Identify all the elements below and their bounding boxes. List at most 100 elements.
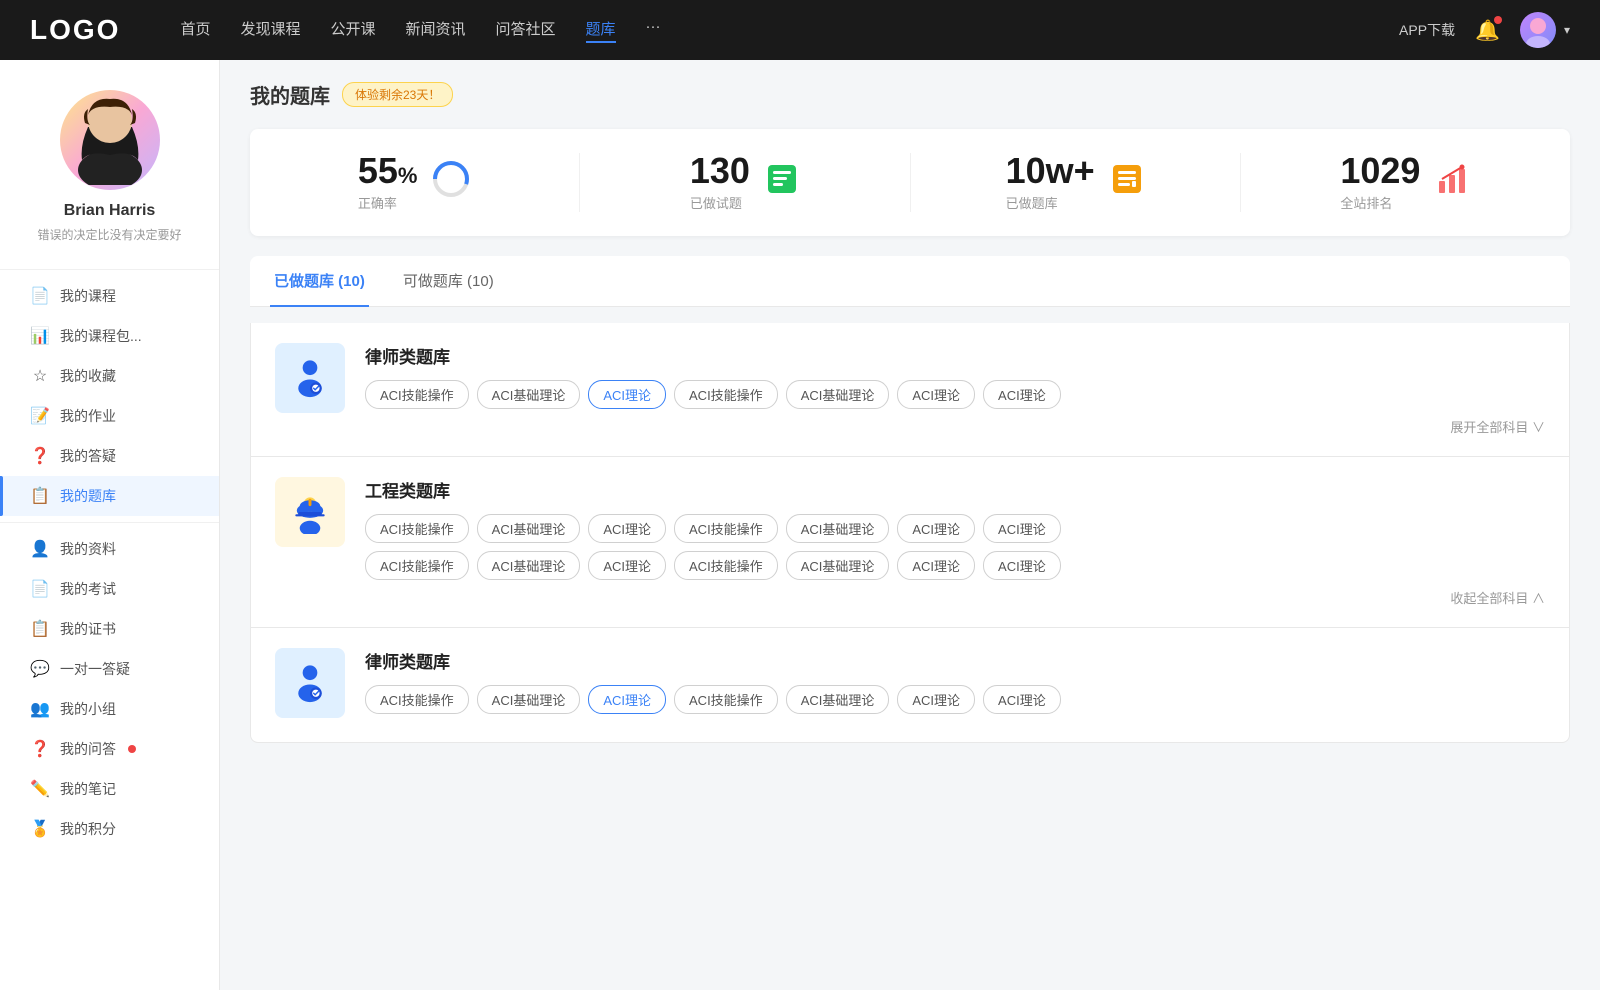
qbank-tags-row1: ACI技能操作 ACI基础理论 ACI理论 ACI技能操作 ACI基础理论 AC… — [365, 514, 1545, 543]
tag-item[interactable]: ACI基础理论 — [786, 551, 890, 580]
homework-icon: 📝 — [30, 406, 50, 426]
tag-item[interactable]: ACI理论 — [897, 514, 975, 543]
sidebar-item-course-package[interactable]: 📊 我的课程包... — [0, 316, 219, 356]
notification-bell[interactable]: 🔔 — [1475, 18, 1500, 43]
group-icon: 👥 — [30, 699, 50, 719]
sidebar-item-question-bank[interactable]: 📋 我的题库 — [0, 476, 219, 516]
user-avatar-menu[interactable]: ▾ — [1520, 12, 1570, 48]
sidebar-item-notes[interactable]: ✏️ 我的笔记 — [0, 769, 219, 809]
expand-button-1[interactable]: 展开全部科目 ∨ — [365, 417, 1545, 436]
sidebar-item-label: 我的课程 — [60, 286, 116, 306]
sidebar: Brian Harris 错误的决定比没有决定要好 📄 我的课程 📊 我的课程包… — [0, 60, 220, 990]
qbank-inner-engineer: 工程类题库 ACI技能操作 ACI基础理论 ACI理论 ACI技能操作 ACI基… — [275, 477, 1545, 607]
qbank-list: 律师类题库 ACI技能操作 ACI基础理论 ACI理论 ACI技能操作 ACI基… — [250, 323, 1570, 743]
trial-badge: 体验剩余23天！ — [342, 82, 453, 107]
sidebar-item-exam[interactable]: 📄 我的考试 — [0, 569, 219, 609]
tab-available[interactable]: 可做题库 (10) — [399, 256, 498, 307]
sidebar-item-certificate[interactable]: 📋 我的证书 — [0, 609, 219, 649]
sidebar-item-label: 一对一答疑 — [60, 659, 130, 679]
nav-open-course[interactable]: 公开课 — [330, 18, 375, 43]
tag-item[interactable]: ACI技能操作 — [674, 551, 778, 580]
tag-item[interactable]: ACI理论 — [588, 551, 666, 580]
sidebar-item-group[interactable]: 👥 我的小组 — [0, 689, 219, 729]
nav-more[interactable]: ··· — [646, 18, 661, 43]
qbank-title-lawyer2: 律师类题库 — [365, 648, 1545, 673]
sidebar-item-label: 我的笔记 — [60, 779, 116, 799]
engineer-icon-wrap — [275, 477, 345, 547]
nav-home[interactable]: 首页 — [180, 18, 210, 43]
engineer-icon — [288, 490, 332, 534]
tag-item[interactable]: ACI基础理论 — [477, 551, 581, 580]
notification-dot — [1494, 16, 1502, 24]
qbank-tags-row2: ACI技能操作 ACI基础理论 ACI理论 ACI技能操作 ACI基础理论 AC… — [365, 551, 1545, 580]
exam-icon: 📄 — [30, 579, 50, 599]
avatar — [1520, 12, 1556, 48]
page-title: 我的题库 — [250, 80, 330, 109]
unread-dot — [128, 745, 136, 753]
tag-item[interactable]: ACI基础理论 — [786, 685, 890, 714]
tag-item[interactable]: ACI技能操作 — [365, 551, 469, 580]
tag-item-active[interactable]: ACI理论 — [588, 380, 666, 409]
sidebar-item-favorites[interactable]: ☆ 我的收藏 — [0, 356, 219, 396]
nav-question-bank[interactable]: 题库 — [586, 18, 616, 43]
sidebar-item-one-on-one[interactable]: 💬 一对一答疑 — [0, 649, 219, 689]
sidebar-item-label: 我的收藏 — [60, 366, 116, 386]
package-icon: 📊 — [30, 326, 50, 346]
tag-item[interactable]: ACI理论 — [897, 551, 975, 580]
qbank-content-lawyer2: 律师类题库 ACI技能操作 ACI基础理论 ACI理论 ACI技能操作 ACI基… — [365, 648, 1545, 722]
tag-item[interactable]: ACI技能操作 — [365, 380, 469, 409]
tag-item[interactable]: ACI理论 — [983, 551, 1061, 580]
tag-item[interactable]: ACI基础理论 — [786, 514, 890, 543]
sidebar-item-qa[interactable]: ❓ 我的答疑 — [0, 436, 219, 476]
qbank-title-engineer: 工程类题库 — [365, 477, 1545, 502]
tag-item[interactable]: ACI基础理论 — [786, 380, 890, 409]
tag-item[interactable]: ACI技能操作 — [365, 685, 469, 714]
points-icon: 🏅 — [30, 819, 50, 839]
sidebar-item-label: 我的小组 — [60, 699, 116, 719]
sidebar-item-my-course[interactable]: 📄 我的课程 — [0, 276, 219, 316]
sidebar-item-points[interactable]: 🏅 我的积分 — [0, 809, 219, 849]
accuracy-chart-icon — [431, 159, 471, 206]
tag-item[interactable]: ACI基础理论 — [477, 380, 581, 409]
tag-item[interactable]: ACI基础理论 — [477, 514, 581, 543]
tab-row: 已做题库 (10) 可做题库 (10) — [250, 256, 1570, 307]
sidebar-item-homework[interactable]: 📝 我的作业 — [0, 396, 219, 436]
tag-item[interactable]: ACI理论 — [588, 514, 666, 543]
qbank-content: 律师类题库 ACI技能操作 ACI基础理论 ACI理论 ACI技能操作 ACI基… — [365, 343, 1545, 436]
stat-rank-label: 全站排名 — [1340, 193, 1420, 212]
sidebar-item-label: 我的作业 — [60, 406, 116, 426]
collapse-button[interactable]: 收起全部科目 ∧ — [365, 588, 1545, 607]
profile-motto: 错误的决定比没有决定要好 — [17, 226, 201, 243]
app-download-button[interactable]: APP下载 — [1399, 20, 1455, 40]
tab-done[interactable]: 已做题库 (10) — [270, 256, 369, 307]
tag-item[interactable]: ACI理论 — [983, 514, 1061, 543]
question-icon: ❓ — [30, 739, 50, 759]
qbank-title: 律师类题库 — [365, 343, 1545, 368]
tag-item[interactable]: ACI理论 — [897, 685, 975, 714]
nav-discover[interactable]: 发现课程 — [240, 18, 300, 43]
nav-news[interactable]: 新闻资讯 — [406, 18, 466, 43]
tag-item[interactable]: ACI基础理论 — [477, 685, 581, 714]
tag-item-active[interactable]: ACI理论 — [588, 685, 666, 714]
nav-qa[interactable]: 问答社区 — [496, 18, 556, 43]
sidebar-item-label: 我的题库 — [60, 486, 116, 506]
sidebar-item-profile[interactable]: 👤 我的资料 — [0, 529, 219, 569]
bank-stat-icon — [1109, 161, 1145, 204]
sidebar-item-label: 我的证书 — [60, 619, 116, 639]
profile-icon: 👤 — [30, 539, 50, 559]
sidebar-item-label: 我的问答 — [60, 739, 116, 759]
tag-item[interactable]: ACI理论 — [983, 685, 1061, 714]
sidebar-item-questions[interactable]: ❓ 我的问答 — [0, 729, 219, 769]
stat-questions-label: 已做试题 — [690, 193, 750, 212]
profile-name: Brian Harris — [64, 202, 156, 220]
tag-item[interactable]: ACI技能操作 — [674, 380, 778, 409]
tag-item[interactable]: ACI技能操作 — [365, 514, 469, 543]
tag-item[interactable]: ACI技能操作 — [674, 685, 778, 714]
tag-item[interactable]: ACI理论 — [983, 380, 1061, 409]
lawyer-icon — [288, 356, 332, 400]
logo: LOGO — [30, 14, 120, 46]
stat-rank-text: 1029 全站排名 — [1340, 153, 1420, 212]
stat-bank: 10w+ 已做题库 — [911, 153, 1241, 212]
tag-item[interactable]: ACI理论 — [897, 380, 975, 409]
tag-item[interactable]: ACI技能操作 — [674, 514, 778, 543]
